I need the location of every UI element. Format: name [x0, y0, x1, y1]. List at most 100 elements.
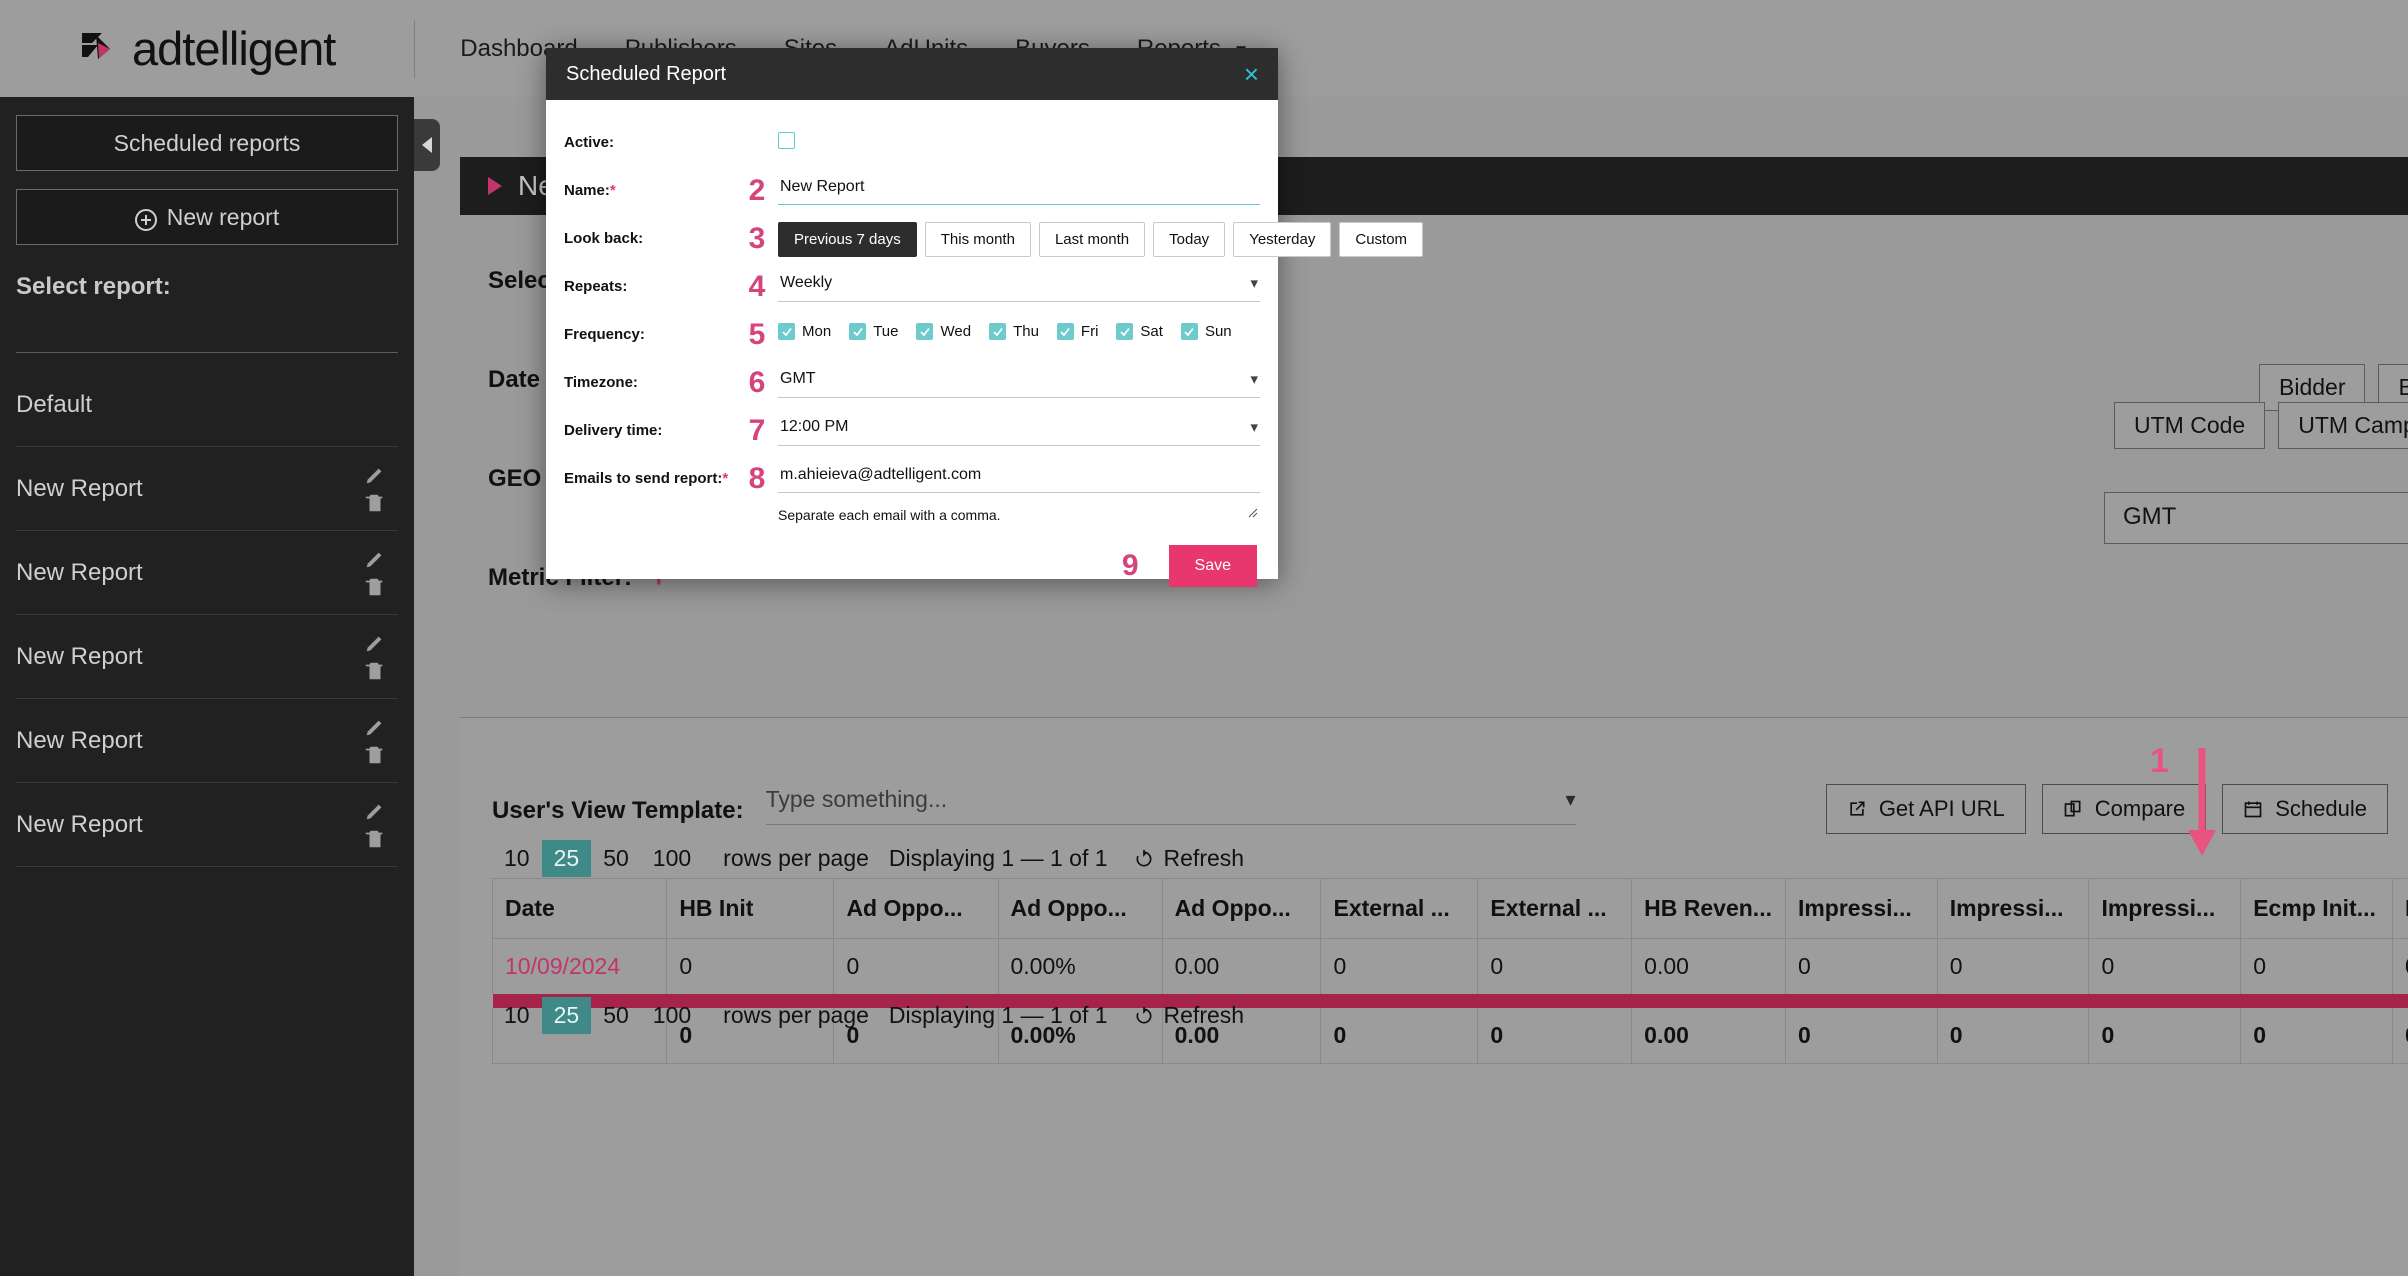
edit-pencil-icon[interactable]	[364, 716, 386, 738]
page-size-100-bottom[interactable]: 100	[641, 997, 703, 1034]
list-item[interactable]: Default	[16, 363, 398, 447]
total-cell-ecpm-init: 0	[2240, 1008, 2393, 1064]
look-back-previous-7-days[interactable]: Previous 7 days	[778, 222, 917, 257]
edit-pencil-icon[interactable]	[364, 800, 386, 822]
edit-pencil-icon[interactable]	[364, 632, 386, 654]
pagination-bottom: 10 25 50 100 rows per page Displaying 1 …	[492, 997, 1244, 1034]
total-cell-impressions-2: 0	[1936, 1008, 2090, 1064]
chip-utm-code[interactable]: UTM Code	[2114, 402, 2266, 449]
column-header-external-1[interactable]: External ...	[1320, 878, 1479, 939]
timezone-field[interactable]: GMT	[2104, 492, 2408, 544]
column-header-date[interactable]: Date	[491, 878, 668, 939]
refresh-button[interactable]: Refresh	[1134, 845, 1244, 872]
list-item[interactable]: New Report	[16, 615, 398, 699]
refresh-label-bottom: Refresh	[1163, 1002, 1245, 1028]
column-header-ecpm-ref[interactable]: Ecpm Ref...	[2391, 878, 2408, 939]
user-view-template-input[interactable]: Type something... ▾	[765, 786, 1576, 825]
user-view-template-placeholder: Type something...	[765, 786, 948, 812]
day-mon-checkbox[interactable]	[778, 323, 795, 340]
trash-icon[interactable]	[364, 660, 386, 682]
active-checkbox[interactable]	[778, 132, 795, 149]
report-select-input[interactable]	[16, 343, 398, 353]
day-thu-checkbox[interactable]	[989, 323, 1007, 340]
external-link-icon	[1850, 801, 1865, 816]
results-table-wrapper: Date HB Init Ad Oppo... Ad Oppo... Ad Op…	[491, 878, 2408, 1064]
day-thu[interactable]: Thu	[989, 323, 1039, 340]
refresh-button-bottom[interactable]: Refresh	[1134, 1002, 1245, 1029]
day-fri[interactable]: Fri	[1056, 323, 1098, 340]
name-input[interactable]	[778, 174, 1260, 205]
look-back-custom[interactable]: Custom	[1339, 222, 1424, 257]
column-header-ad-opp-2[interactable]: Ad Oppo...	[997, 878, 1163, 939]
trash-icon[interactable]	[364, 828, 386, 850]
day-sat-checkbox[interactable]	[1116, 323, 1134, 340]
trash-icon[interactable]	[364, 492, 386, 514]
frequency-day-checkboxes: Mon Tue Wed Thu Fri Sat Sun	[778, 318, 1260, 340]
brand-logo[interactable]: adtelligent	[78, 21, 336, 76]
day-tue[interactable]: Tue	[849, 323, 898, 340]
page-size-10-bottom[interactable]: 10	[492, 997, 542, 1034]
results-table: Date HB Init Ad Oppo... Ad Oppo... Ad Op…	[491, 878, 2408, 1064]
page-size-100[interactable]: 100	[641, 840, 703, 877]
close-icon[interactable]: ×	[1244, 61, 1259, 87]
page-size-10[interactable]: 10	[492, 840, 542, 877]
column-header-impressions-1[interactable]: Impressi...	[1784, 878, 1938, 939]
new-report-button[interactable]: New report	[16, 189, 398, 245]
table-row[interactable]: 10/09/2024 0 0 0.00% 0.00 0 0 0.00 0 0 0…	[491, 938, 2408, 994]
edit-pencil-icon[interactable]	[364, 548, 386, 570]
day-tue-checkbox[interactable]	[849, 323, 867, 340]
trash-icon[interactable]	[364, 576, 386, 598]
column-header-ad-opp-1[interactable]: Ad Oppo...	[833, 878, 999, 939]
save-button[interactable]: Save	[1168, 545, 1257, 587]
delivery-time-value: 12:00 PM	[780, 418, 849, 435]
edit-pencil-icon[interactable]	[364, 464, 386, 486]
scheduled-report-modal: Scheduled Report × Active: Name:* 2 New …	[546, 48, 1424, 587]
list-item[interactable]: New Report	[16, 447, 398, 531]
list-item[interactable]: New Report	[16, 531, 398, 615]
scheduled-reports-button[interactable]: Scheduled reports	[16, 115, 398, 171]
repeats-select[interactable]: Weekly ▾	[778, 270, 1260, 302]
day-sun[interactable]: Sun	[1180, 323, 1232, 340]
day-sun-label: Sun	[1204, 323, 1232, 340]
cell-external-1: 0	[1320, 938, 1479, 994]
annotation-number-4: 4	[748, 270, 766, 303]
emails-input[interactable]	[778, 462, 1260, 493]
look-back-this-month[interactable]: This month	[924, 222, 1031, 257]
page-size-25[interactable]: 25	[541, 840, 592, 877]
page-size-50[interactable]: 50	[591, 840, 641, 877]
get-api-url-button[interactable]: Get API URL	[1825, 784, 2026, 834]
column-header-hb-revenue[interactable]: HB Reven...	[1631, 878, 1786, 939]
list-item[interactable]: New Report	[16, 783, 398, 867]
day-sun-checkbox[interactable]	[1180, 323, 1198, 340]
day-wed[interactable]: Wed	[916, 323, 971, 340]
list-item[interactable]: New Report	[16, 699, 398, 783]
column-header-hb-init[interactable]: HB Init	[666, 878, 835, 939]
row-actions	[364, 548, 386, 598]
day-sat[interactable]: Sat	[1116, 323, 1163, 340]
column-header-impressions-3[interactable]: Impressi...	[2088, 878, 2242, 939]
day-fri-checkbox[interactable]	[1056, 323, 1074, 340]
annotation-number-1: 1	[2150, 742, 2169, 780]
day-mon[interactable]: Mon	[778, 323, 831, 340]
day-wed-checkbox[interactable]	[916, 323, 934, 340]
trash-icon[interactable]	[364, 744, 386, 766]
page-size-50-bottom[interactable]: 50	[591, 997, 641, 1034]
total-cell-external-2: 0	[1477, 1008, 1633, 1064]
look-back-last-month[interactable]: Last month	[1038, 222, 1146, 257]
look-back-yesterday[interactable]: Yesterday	[1233, 222, 1332, 257]
timezone-select[interactable]: GMT ▾	[778, 366, 1260, 398]
column-header-external-2[interactable]: External ...	[1477, 878, 1633, 939]
page-size-25-bottom[interactable]: 25	[541, 997, 592, 1034]
check-icon	[781, 327, 792, 336]
expand-triangle-icon[interactable]	[488, 177, 502, 195]
column-header-ad-opp-3[interactable]: Ad Oppo...	[1161, 878, 1322, 939]
chip-utm-campaign[interactable]: UTM Campaign	[2278, 402, 2408, 449]
sidebar-collapse-toggle[interactable]	[414, 119, 440, 171]
schedule-button[interactable]: Schedule	[2222, 784, 2388, 834]
cell-impressions-3: 0	[2088, 938, 2242, 994]
column-header-ecpm-init[interactable]: Ecmp Init...	[2240, 878, 2393, 939]
look-back-today[interactable]: Today	[1153, 222, 1226, 257]
column-header-impressions-2[interactable]: Impressi...	[1936, 878, 2090, 939]
delivery-time-select[interactable]: 12:00 PM ▾	[778, 414, 1260, 446]
day-wed-label: Wed	[940, 323, 972, 340]
